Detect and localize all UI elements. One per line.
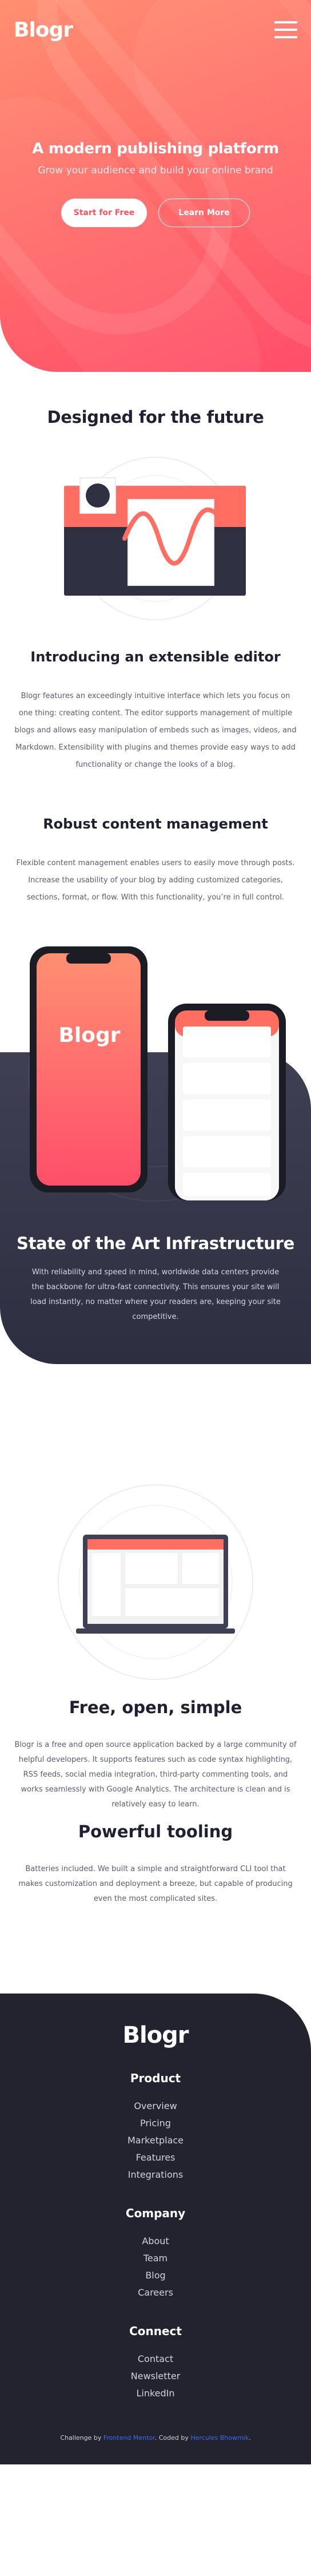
attribution-suffix: . xyxy=(249,2434,251,2442)
laptop-illustration xyxy=(58,1484,253,1680)
footer-link-about[interactable]: About xyxy=(0,2233,311,2250)
design-section: Designed for the future Introducing an e… xyxy=(0,407,311,906)
footer-link-team[interactable]: Team xyxy=(0,2250,311,2267)
feature-text: Blogr is a free and open source applicat… xyxy=(14,1741,297,1809)
hamburger-menu-icon[interactable] xyxy=(274,21,297,38)
phone-screen-logo: Blogr xyxy=(58,1024,121,1047)
frontend-mentor-link[interactable]: Frontend Mentor xyxy=(103,2434,155,2442)
footer-link-integrations[interactable]: Integrations xyxy=(0,2166,311,2183)
feature-extensible-editor: Introducing an extensible editor Blogr f… xyxy=(0,649,311,774)
learn-more-button[interactable]: Learn More xyxy=(158,199,250,227)
hero-title: A modern publishing platform xyxy=(32,140,279,157)
footer-heading-product: Product xyxy=(130,2071,181,2085)
footer-heading-company: Company xyxy=(125,2206,186,2220)
footer-link-careers[interactable]: Careers xyxy=(0,2284,311,2301)
site-header: Blogr xyxy=(14,18,297,42)
section-title-design: Designed for the future xyxy=(47,407,264,427)
hamburger-bar xyxy=(274,29,297,31)
editor-illustration xyxy=(64,457,246,620)
hamburger-bar xyxy=(274,36,297,38)
footer-link-blog[interactable]: Blog xyxy=(0,2267,311,2284)
blogr-logo[interactable]: Blogr xyxy=(14,18,73,42)
footer-link-contact[interactable]: Contact xyxy=(0,2351,311,2368)
feature-text: Batteries included. We built a simple an… xyxy=(18,1865,293,1903)
section-title-infrastructure: State of the Art Infrastructure xyxy=(17,1234,294,1253)
footer-link-marketplace[interactable]: Marketplace xyxy=(0,2132,311,2149)
phones-illustration xyxy=(30,946,286,1200)
feature-content-management: Robust content management Flexible conte… xyxy=(0,816,311,906)
hero-cta-group: Start for Free Learn More xyxy=(0,199,311,227)
footer-links-connect: Contact Newsletter LinkedIn xyxy=(0,2351,311,2402)
infrastructure-text: With reliability and speed in mind, worl… xyxy=(30,1268,281,1321)
author-link[interactable]: Hercules Bhowmik xyxy=(190,2434,249,2442)
footer-link-features[interactable]: Features xyxy=(0,2149,311,2166)
footer-heading-connect: Connect xyxy=(129,2324,182,2338)
feature-text: Blogr features an exceedingly intuitive … xyxy=(14,692,297,769)
footer-logo[interactable]: Blogr xyxy=(0,2022,311,2048)
footer-links-company: About Team Blog Careers xyxy=(0,2233,311,2301)
hamburger-bar xyxy=(274,21,297,23)
attribution: Challenge by Frontend Mentor. Coded by H… xyxy=(0,2434,311,2442)
footer-link-overview[interactable]: Overview xyxy=(0,2098,311,2115)
infrastructure-and-tooling: Blogr State of the Art Infrastructure Wi… xyxy=(0,906,311,1994)
footer-links-product: Overview Pricing Marketplace Features In… xyxy=(0,2098,311,2183)
feature-title: Introducing an extensible editor xyxy=(30,649,281,665)
hero-subtitle: Grow your audience and build your online… xyxy=(38,165,273,176)
footer-link-linkedin[interactable]: LinkedIn xyxy=(0,2385,311,2402)
start-for-free-button[interactable]: Start for Free xyxy=(61,199,147,227)
feature-powerful-tooling: Powerful tooling Batteries included. We … xyxy=(0,1822,311,1907)
attribution-middle: . Coded by xyxy=(154,2434,189,2442)
feature-free-open-simple: Free, open, simple Blogr is a free and o… xyxy=(0,1698,311,1812)
footer-link-newsletter[interactable]: Newsletter xyxy=(0,2368,311,2385)
feature-title: Free, open, simple xyxy=(69,1698,242,1717)
hero-section: Blogr A modern publishing platform Grow … xyxy=(0,0,311,372)
site-footer: Blogr Product Overview Pricing Marketpla… xyxy=(0,1994,311,2464)
feature-title: Robust content management xyxy=(43,816,268,832)
attribution-prefix: Challenge by xyxy=(60,2434,102,2442)
feature-text: Flexible content management enables user… xyxy=(16,859,295,902)
footer-link-pricing[interactable]: Pricing xyxy=(0,2115,311,2132)
hero-background-pattern xyxy=(0,0,311,372)
feature-title: Powerful tooling xyxy=(78,1822,233,1841)
